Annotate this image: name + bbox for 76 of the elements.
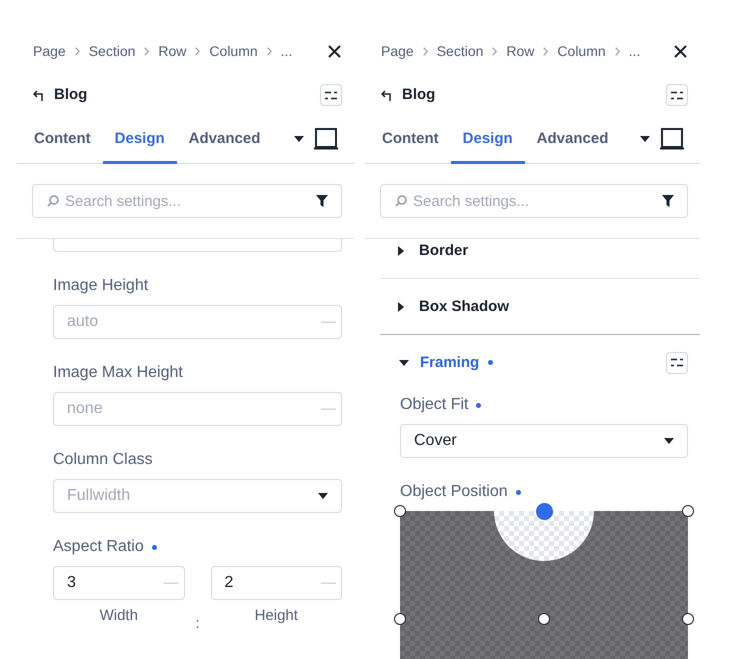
caret-icon (318, 493, 328, 499)
field-label: Object Fit (400, 395, 468, 415)
chevron-icon (543, 46, 548, 56)
breadcrumb-link[interactable]: Page (381, 41, 414, 61)
tab[interactable]: Design (102, 118, 177, 164)
ratio-separator: : (194, 614, 201, 634)
tab[interactable]: Content (22, 118, 103, 164)
back-button[interactable] (381, 90, 392, 100)
tab[interactable]: Content (370, 118, 451, 164)
search-icon (47, 195, 59, 207)
tab[interactable]: Advanced (524, 118, 620, 164)
breadcrumb-link[interactable]: Row (158, 41, 186, 61)
search-field[interactable]: Search settings... (380, 184, 688, 218)
close-button[interactable] (673, 44, 687, 58)
chevron-icon (422, 46, 428, 56)
panel-title: Blog (402, 85, 436, 105)
field-label: Image Max Height (53, 363, 183, 383)
chevron-icon (195, 46, 200, 56)
breadcrumb-link[interactable]: Column (209, 41, 258, 61)
display-icon (660, 128, 684, 150)
options-button[interactable] (666, 84, 688, 106)
field-label: Image Height (53, 276, 148, 296)
breadcrumb-link[interactable]: Section (436, 41, 484, 61)
back-button[interactable] (33, 90, 44, 100)
anchor-handle[interactable] (682, 505, 694, 517)
caret-icon (294, 136, 304, 142)
input-field[interactable] (53, 239, 342, 252)
sliders-icon (325, 90, 337, 100)
field-caption: Width (98, 606, 139, 626)
filter-icon[interactable] (316, 195, 328, 207)
panel-title: Blog (54, 85, 88, 105)
chevron-icon (614, 46, 620, 56)
anchor-handle[interactable] (394, 613, 406, 625)
unit-label: — (321, 399, 336, 419)
sliders-icon (671, 90, 683, 100)
breadcrumb-link[interactable]: Column (557, 41, 606, 61)
unit-label: — (321, 312, 336, 332)
anchor-handle[interactable] (682, 613, 694, 625)
select-field[interactable]: Cover (400, 424, 688, 458)
position-preview[interactable] (400, 511, 688, 659)
filter-icon[interactable] (662, 195, 674, 207)
unit-label: — (321, 573, 336, 593)
breadcrumb-link[interactable]: ... (280, 41, 292, 61)
chevron-icon (492, 46, 498, 56)
field-label: Column Class (53, 450, 153, 470)
display-icon (314, 128, 338, 150)
chevron-icon (144, 46, 150, 56)
section-toggle[interactable]: Box Shadow (398, 296, 510, 316)
close-icon (328, 44, 340, 58)
tab[interactable]: Advanced (176, 118, 272, 164)
caret-icon (664, 438, 674, 444)
close-button[interactable] (327, 44, 341, 58)
chevron-icon (74, 46, 80, 56)
breadcrumb-link[interactable]: Page (33, 41, 66, 61)
section-toggle[interactable]: Framing (398, 352, 480, 372)
caret-icon (640, 136, 650, 142)
breadcrumb-link[interactable]: Row (506, 41, 534, 61)
breadcrumb-link[interactable]: ... (628, 41, 640, 61)
selected-anchor-handle[interactable] (536, 502, 552, 520)
search-field[interactable]: Search settings... (32, 184, 342, 218)
close-icon (674, 44, 686, 58)
field-caption: Height (254, 606, 299, 626)
unit-label: — (164, 573, 178, 593)
anchor-handle[interactable] (394, 505, 406, 517)
sliders-icon (671, 358, 683, 367)
search-icon (395, 195, 407, 207)
breadcrumb-link[interactable]: Section (88, 41, 136, 61)
tab[interactable]: Design (450, 118, 525, 164)
field-label: Aspect Ratio (53, 537, 144, 557)
options-button[interactable] (666, 352, 688, 374)
back-arrow-icon (381, 90, 392, 100)
chevron-icon (266, 46, 272, 56)
section-toggle[interactable]: Border (398, 241, 468, 261)
options-button[interactable] (320, 84, 342, 106)
field-label: Object Position (400, 482, 508, 502)
back-arrow-icon (33, 90, 44, 100)
